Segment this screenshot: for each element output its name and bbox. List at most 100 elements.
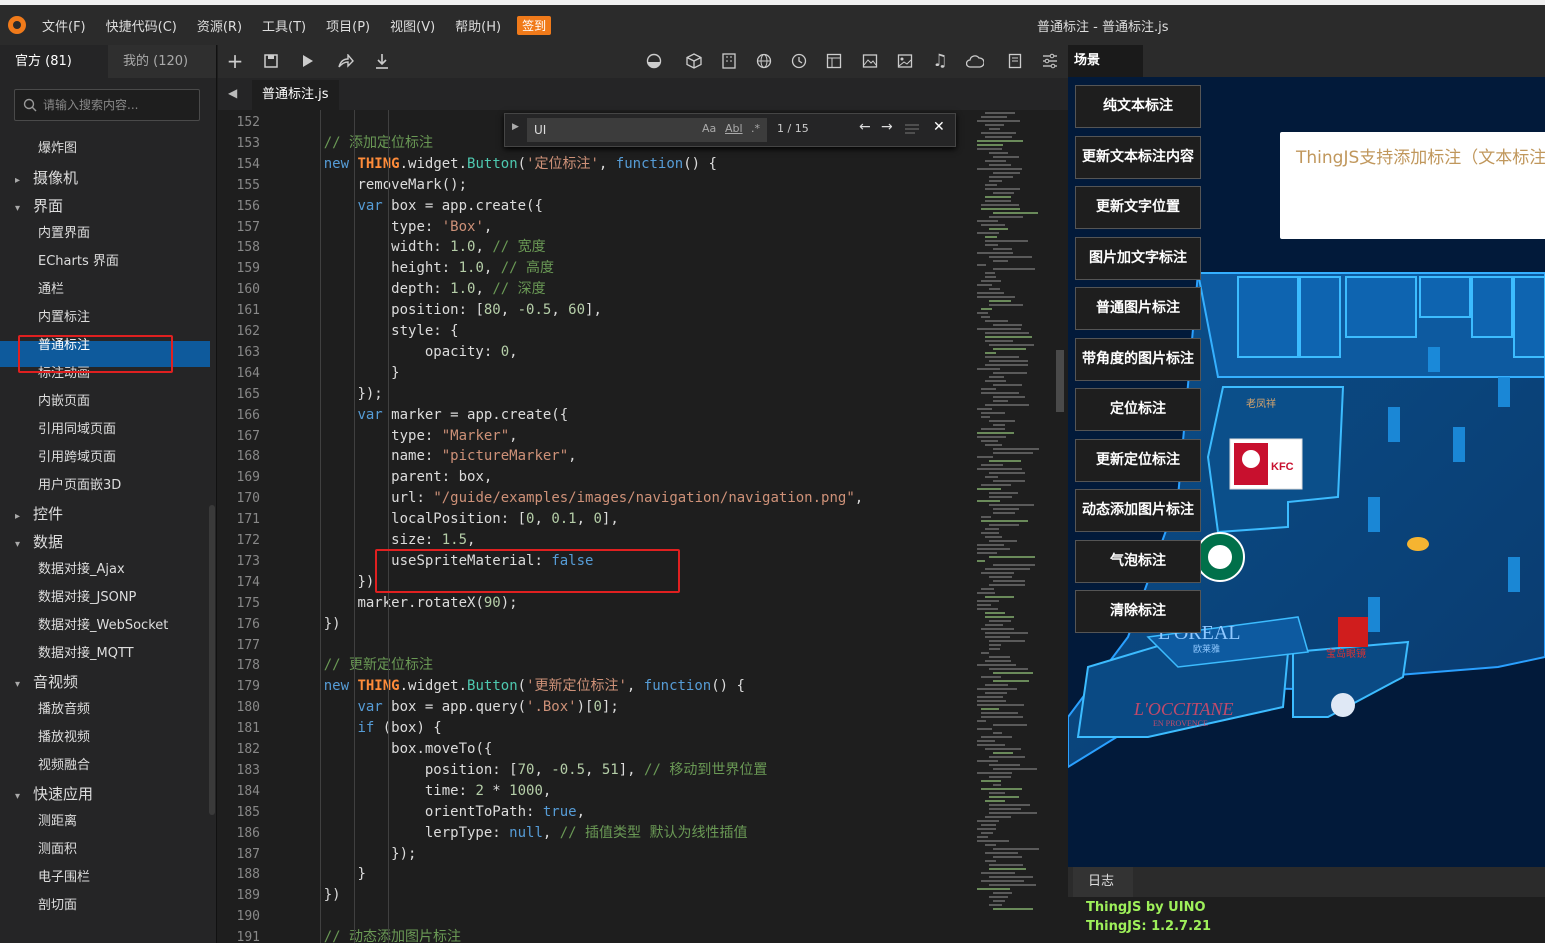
code-line[interactable]: 161 position: [80, -0.5, 60], bbox=[218, 300, 970, 321]
menu-resources[interactable]: 资源(R) bbox=[197, 16, 242, 35]
sidebar-scrollbar[interactable] bbox=[209, 505, 215, 815]
code-line[interactable]: 188 } bbox=[218, 864, 970, 885]
signin-button[interactable]: 签到 bbox=[517, 15, 552, 35]
code-line[interactable]: 184 time: 2 * 1000, bbox=[218, 781, 970, 802]
code-line[interactable]: 155 removeMark(); bbox=[218, 175, 970, 196]
menu-tools[interactable]: 工具(T) bbox=[262, 16, 306, 35]
code-line[interactable]: 154 new THING.widget.Button('定位标注', func… bbox=[218, 154, 970, 175]
menu-help[interactable]: 帮助(H) bbox=[455, 16, 501, 35]
code-line[interactable]: 181 if (box) { bbox=[218, 718, 970, 739]
caret-down-icon[interactable]: ▾ bbox=[15, 671, 33, 699]
code-line[interactable]: 182 box.moveTo({ bbox=[218, 739, 970, 760]
scene-action-button[interactable]: 普通图片标注 bbox=[1075, 287, 1201, 330]
scene-action-button[interactable]: 清除标注 bbox=[1075, 590, 1201, 633]
tree-item[interactable]: ECharts 界面 bbox=[38, 248, 119, 276]
code-line[interactable]: 160 depth: 1.0, // 深度 bbox=[218, 279, 970, 300]
settings-sliders-icon[interactable] bbox=[1040, 51, 1060, 71]
tree-item[interactable]: 内置界面 bbox=[38, 220, 90, 248]
code-area[interactable]: 152 153 // 添加定位标注 154 new THING.widget.But… bbox=[218, 110, 970, 943]
tree-item[interactable]: 引用跨域页面 bbox=[38, 444, 116, 472]
scene-action-button[interactable]: 动态添加图片标注 bbox=[1075, 489, 1201, 532]
tree-category[interactable]: ▾ 界面 bbox=[15, 192, 63, 220]
tree-item[interactable]: 视频融合 bbox=[38, 752, 90, 780]
code-line[interactable]: 169 parent: box, bbox=[218, 467, 970, 488]
caret-down-icon[interactable]: ▾ bbox=[15, 531, 33, 559]
tree-item[interactable]: 数据对接_Ajax bbox=[38, 556, 125, 584]
code-line[interactable]: 180 var box = app.query('.Box')[0]; bbox=[218, 697, 970, 718]
code-line[interactable]: 167 type: "Marker", bbox=[218, 426, 970, 447]
tree-category[interactable]: ▾ 数据 bbox=[15, 528, 63, 556]
tab-scene[interactable]: 场景 bbox=[1068, 45, 1143, 77]
code-line[interactable]: 183 position: [70, -0.5, 51], // 移动到世界位置 bbox=[218, 760, 970, 781]
code-line[interactable]: 163 opacity: 0, bbox=[218, 342, 970, 363]
globe-icon[interactable] bbox=[754, 51, 774, 71]
tree-item[interactable]: 数据对接_WebSocket bbox=[38, 612, 168, 640]
code-line[interactable]: 158 width: 1.0, // 宽度 bbox=[218, 237, 970, 258]
code-line[interactable]: 166 var marker = app.create({ bbox=[218, 405, 970, 426]
new-file-icon[interactable]: + bbox=[225, 49, 245, 73]
editor-scroll-thumb[interactable] bbox=[1056, 350, 1064, 412]
tree-item[interactable]: 数据对接_MQTT bbox=[38, 640, 134, 668]
code-line[interactable]: 176 }) bbox=[218, 614, 970, 635]
cube-icon[interactable] bbox=[684, 51, 704, 71]
code-line[interactable]: 157 type: 'Box', bbox=[218, 217, 970, 238]
match-case-toggle[interactable]: Aa bbox=[702, 122, 716, 135]
scene-action-button[interactable]: 更新定位标注 bbox=[1075, 438, 1201, 482]
scene-action-button[interactable]: 更新文字位置 bbox=[1075, 186, 1201, 229]
tree-item[interactable]: 引用同域页面 bbox=[38, 416, 116, 444]
code-line[interactable]: 185 orientToPath: true, bbox=[218, 802, 970, 823]
menu-file[interactable]: 文件(F) bbox=[42, 16, 86, 35]
tree-item[interactable]: 播放音频 bbox=[38, 696, 90, 724]
search-box[interactable] bbox=[14, 89, 200, 121]
tree-item[interactable]: 播放视频 bbox=[38, 724, 90, 752]
download-icon[interactable] bbox=[372, 51, 392, 71]
menu-snippets[interactable]: 快捷代码(C) bbox=[106, 16, 177, 35]
tree-item[interactable]: 电子围栏 bbox=[38, 864, 90, 892]
previous-match-icon[interactable]: ← bbox=[859, 119, 871, 135]
tree-category[interactable]: ▸ 控件 bbox=[15, 500, 63, 528]
tree-category[interactable]: ▾ 快速应用 bbox=[15, 780, 93, 808]
caret-right-icon[interactable]: ▸ bbox=[15, 503, 33, 531]
clock-icon[interactable] bbox=[789, 51, 809, 71]
picture-icon[interactable] bbox=[895, 51, 915, 71]
code-line[interactable]: 162 style: { bbox=[218, 321, 970, 342]
caret-right-icon[interactable]: ▸ bbox=[15, 167, 33, 195]
scene-viewport[interactable]: KFC 老凤祥 宝岛眼镜 L'OREAL 欧莱雅 L'OCCITANE EN P… bbox=[1068, 77, 1545, 867]
caret-down-icon[interactable]: ▾ bbox=[15, 783, 33, 811]
tree-item[interactable]: 测距离 bbox=[38, 808, 77, 836]
editor-scrollbar[interactable] bbox=[1054, 110, 1066, 943]
code-line[interactable]: 170 url: "/guide/examples/images/navigat… bbox=[218, 488, 970, 509]
tree-category[interactable]: ▾ 音视频 bbox=[15, 668, 78, 696]
menu-view[interactable]: 视图(V) bbox=[390, 16, 435, 35]
music-icon[interactable]: ♫ bbox=[930, 51, 950, 71]
tab-mine[interactable]: 我的 (120) bbox=[108, 45, 216, 78]
tree-item[interactable]: 内置标注 bbox=[38, 304, 90, 332]
code-line[interactable]: 189 }) bbox=[218, 885, 970, 906]
tree-item[interactable]: 剖切面 bbox=[38, 892, 77, 920]
code-line[interactable]: 187 }); bbox=[218, 844, 970, 865]
code-line[interactable]: 177 bbox=[218, 635, 970, 656]
scene-action-button[interactable]: 带角度的图片标注 bbox=[1075, 337, 1201, 381]
code-line[interactable]: 190 bbox=[218, 906, 970, 927]
save-icon[interactable] bbox=[261, 51, 281, 71]
tree-item[interactable]: 爆炸图 bbox=[38, 135, 77, 163]
code-line[interactable]: 179 new THING.widget.Button('更新定位标注', fu… bbox=[218, 676, 970, 697]
cloud-icon[interactable] bbox=[965, 51, 985, 71]
find-in-selection-icon[interactable] bbox=[905, 124, 919, 137]
tree-item[interactable]: 内嵌页面 bbox=[38, 388, 90, 416]
code-line[interactable]: 178 // 更新定位标注 bbox=[218, 655, 970, 676]
layout-icon[interactable] bbox=[824, 51, 844, 71]
caret-down-icon[interactable]: ▾ bbox=[15, 195, 33, 223]
building-icon[interactable] bbox=[719, 51, 739, 71]
tree-item[interactable]: 数据对接_JSONP bbox=[38, 584, 136, 612]
code-line[interactable]: 171 localPosition: [0, 0.1, 0], bbox=[218, 509, 970, 530]
search-input[interactable] bbox=[43, 98, 193, 112]
code-line[interactable]: 159 height: 1.0, // 高度 bbox=[218, 258, 970, 279]
match-word-toggle[interactable]: Abl bbox=[725, 122, 743, 135]
tab-log[interactable]: 日志 bbox=[1073, 867, 1133, 897]
notes-icon[interactable] bbox=[1005, 51, 1025, 71]
tab-scroll-left-icon[interactable]: ◀ bbox=[228, 86, 237, 100]
tree-category[interactable]: ▸ 摄像机 bbox=[15, 164, 78, 192]
find-toggle-replace-icon[interactable]: ▶ bbox=[512, 122, 519, 132]
minimap[interactable] bbox=[973, 110, 1053, 943]
